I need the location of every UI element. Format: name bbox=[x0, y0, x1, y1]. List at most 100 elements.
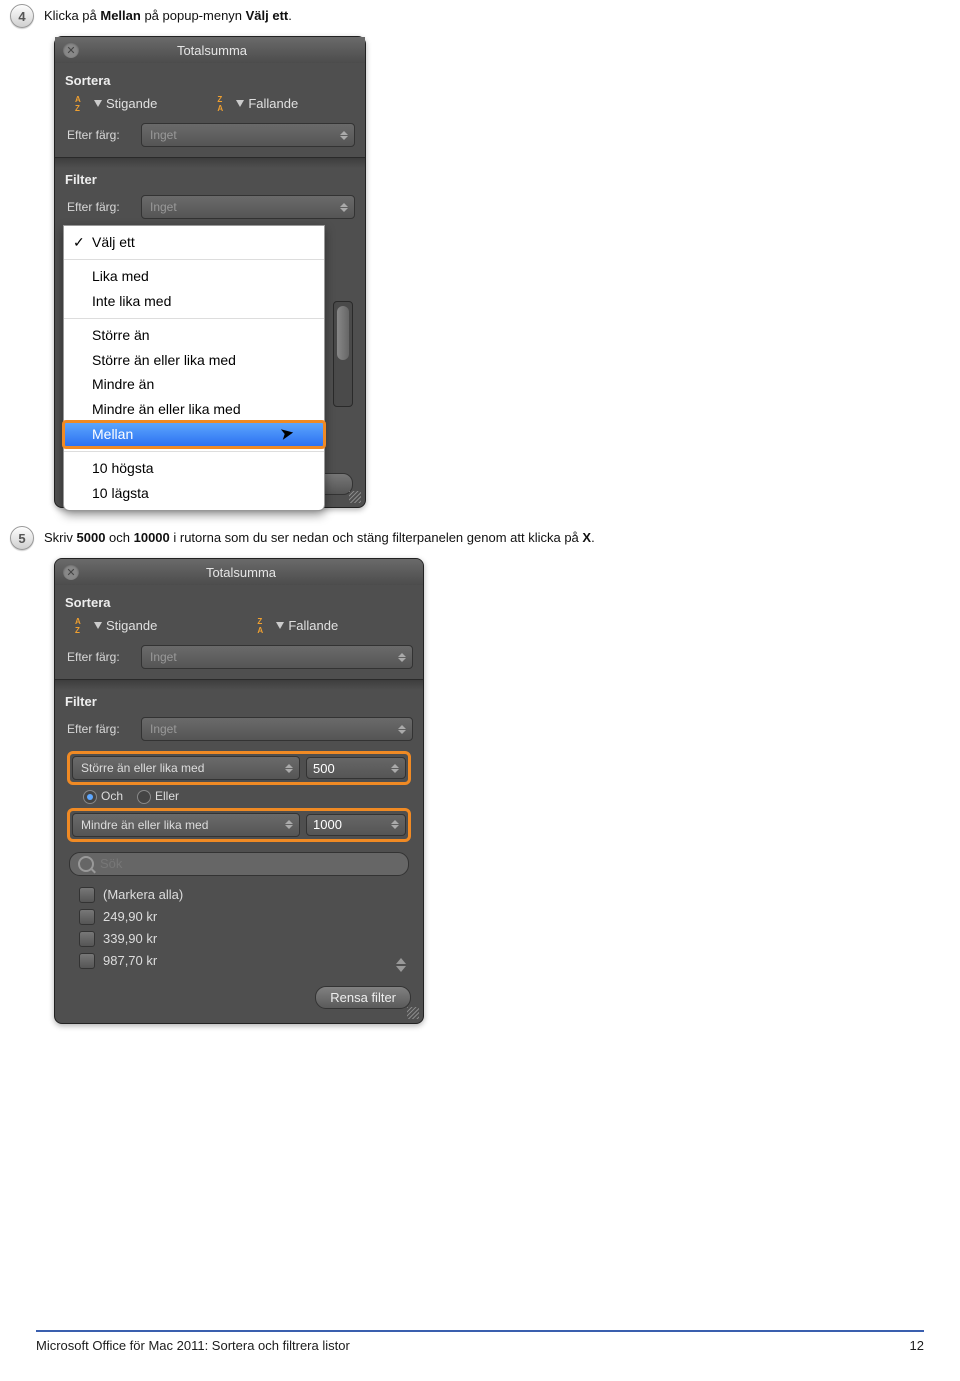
arrow-down-icon bbox=[94, 622, 102, 629]
dd-mindre-an-eller-lika[interactable]: Mindre än eller lika med bbox=[64, 397, 324, 422]
dd-separator bbox=[64, 259, 324, 260]
stepper-icon bbox=[398, 719, 410, 739]
clear-filter-button[interactable]: Rensa filter bbox=[315, 986, 411, 1009]
sort-row: Stigande Fallande bbox=[75, 96, 355, 111]
dd-inte-lika-med[interactable]: Inte lika med bbox=[64, 289, 324, 314]
dd-lika-med[interactable]: Lika med bbox=[64, 264, 324, 289]
dd-valj-ett[interactable]: Välj ett bbox=[64, 230, 324, 255]
scrollbar-thumb[interactable] bbox=[337, 306, 349, 360]
filter-panel-1: ✕ Totalsumma Sortera Stigande Fallande E… bbox=[54, 36, 366, 508]
sort-color-label: Efter färg: bbox=[67, 128, 135, 142]
sort-color-row: Efter färg: Inget bbox=[67, 645, 413, 669]
filter-panel-2: ✕ Totalsumma Sortera Stigande Fallande E… bbox=[54, 558, 424, 1024]
checkbox-icon[interactable] bbox=[79, 931, 95, 947]
panel1-title: Totalsumma bbox=[85, 43, 365, 58]
panel2-title: Totalsumma bbox=[85, 565, 423, 580]
check-item[interactable]: 249,90 kr bbox=[79, 906, 409, 928]
step-4: 4 Klicka på Mellan på popup-menyn Välj e… bbox=[10, 4, 924, 28]
checkbox-icon[interactable] bbox=[79, 909, 95, 925]
sortera-label: Sortera bbox=[65, 595, 413, 610]
stepper-icon bbox=[391, 759, 403, 777]
sort-az-icon bbox=[75, 97, 89, 111]
check-item[interactable]: 987,70 kr bbox=[79, 950, 409, 972]
condition-row-2: Mindre än eller lika med 1000 bbox=[67, 808, 411, 842]
stepper-icon bbox=[340, 125, 352, 145]
filter-color-label: Efter färg: bbox=[67, 722, 135, 736]
arrow-down-icon bbox=[236, 100, 244, 107]
filter-color-label: Efter färg: bbox=[67, 200, 135, 214]
filter-color-select[interactable]: Inget bbox=[141, 717, 413, 741]
dd-mellan[interactable]: Mellan ➤ bbox=[64, 422, 324, 447]
resize-grip-icon[interactable] bbox=[349, 491, 361, 503]
stepper-icon bbox=[285, 758, 297, 778]
check-all-row[interactable]: (Markera alla) bbox=[79, 884, 409, 906]
dd-mindre-an[interactable]: Mindre än bbox=[64, 372, 324, 397]
sort-color-select[interactable]: Inget bbox=[141, 123, 355, 147]
footer-title: Microsoft Office för Mac 2011: Sortera o… bbox=[36, 1338, 350, 1353]
stepper-icon bbox=[285, 815, 297, 835]
sort-color-label: Efter färg: bbox=[67, 650, 135, 664]
dd-separator bbox=[64, 451, 324, 452]
value-1-input[interactable]: 500 bbox=[306, 757, 406, 779]
sort-az-icon bbox=[75, 619, 89, 633]
filter-label: Filter bbox=[65, 172, 355, 187]
dd-storre-an-eller-lika[interactable]: Större än eller lika med bbox=[64, 348, 324, 373]
search-input[interactable]: Sök bbox=[69, 852, 409, 876]
sort-color-select[interactable]: Inget bbox=[141, 645, 413, 669]
arrow-down-icon bbox=[94, 100, 102, 107]
dd-10-lagsta[interactable]: 10 lägsta bbox=[64, 481, 324, 506]
step-4-text: Klicka på Mellan på popup-menyn Välj ett… bbox=[44, 4, 292, 25]
valj-ett-dropdown[interactable]: Välj ett Lika med Inte lika med Större ä… bbox=[63, 225, 325, 511]
step-4-number: 4 bbox=[10, 4, 34, 28]
filter-label: Filter bbox=[65, 694, 413, 709]
sort-descending[interactable]: Fallande bbox=[217, 96, 298, 111]
scrollbar[interactable] bbox=[333, 301, 353, 407]
sort-row: Stigande Fallande bbox=[75, 618, 413, 633]
list-scrollbar[interactable] bbox=[393, 884, 409, 972]
sort-za-icon bbox=[217, 97, 231, 111]
sort-ascending[interactable]: Stigande bbox=[75, 618, 157, 633]
radio-on-icon bbox=[83, 790, 97, 804]
and-radio[interactable]: Och bbox=[83, 789, 123, 804]
page-footer: Microsoft Office för Mac 2011: Sortera o… bbox=[36, 1330, 924, 1353]
section-divider bbox=[55, 679, 423, 690]
dd-storre-an[interactable]: Större än bbox=[64, 323, 324, 348]
step-5-text: Skriv 5000 och 10000 i rutorna som du se… bbox=[44, 526, 595, 547]
panel1-header: ✕ Totalsumma bbox=[55, 37, 365, 63]
filter-color-select[interactable]: Inget bbox=[141, 195, 355, 219]
dd-10-hogsta[interactable]: 10 högsta bbox=[64, 456, 324, 481]
condition-2-select[interactable]: Mindre än eller lika med bbox=[72, 813, 300, 837]
checkbox-icon[interactable] bbox=[79, 953, 95, 969]
step-5-number: 5 bbox=[10, 526, 34, 550]
panel2-body: Sortera Stigande Fallande Efter färg: In… bbox=[55, 585, 423, 1023]
close-icon[interactable]: ✕ bbox=[63, 42, 79, 58]
sort-descending[interactable]: Fallande bbox=[257, 618, 338, 633]
panel2-header: ✕ Totalsumma bbox=[55, 559, 423, 585]
section-divider bbox=[55, 157, 365, 168]
condition-1-select[interactable]: Större än eller lika med bbox=[72, 756, 300, 780]
radio-off-icon bbox=[137, 790, 151, 804]
cursor-icon: ➤ bbox=[278, 422, 296, 447]
dd-separator bbox=[64, 318, 324, 319]
checkbox-icon[interactable] bbox=[79, 887, 95, 903]
step-5: 5 Skriv 5000 och 10000 i rutorna som du … bbox=[10, 526, 924, 550]
and-or-row: Och Eller bbox=[83, 789, 413, 804]
check-item[interactable]: 339,90 kr bbox=[79, 928, 409, 950]
stepper-icon bbox=[391, 816, 403, 834]
stepper-icon bbox=[340, 197, 352, 217]
or-radio[interactable]: Eller bbox=[137, 789, 179, 804]
arrow-down-icon bbox=[276, 622, 284, 629]
sort-ascending[interactable]: Stigande bbox=[75, 96, 157, 111]
filter-color-row: Efter färg: Inget bbox=[67, 195, 355, 219]
close-icon[interactable]: ✕ bbox=[63, 564, 79, 580]
panel1-body: Sortera Stigande Fallande Efter färg: In… bbox=[55, 63, 365, 239]
scroll-up-icon[interactable] bbox=[396, 958, 406, 964]
value-2-input[interactable]: 1000 bbox=[306, 814, 406, 836]
filter-controls: Större än eller lika med 500 Och Eller M… bbox=[65, 751, 413, 1009]
filter-color-row: Efter färg: Inget bbox=[67, 717, 413, 741]
resize-grip-icon[interactable] bbox=[407, 1007, 419, 1019]
stepper-icon bbox=[398, 647, 410, 667]
sort-color-row: Efter färg: Inget bbox=[67, 123, 355, 147]
scroll-down-icon[interactable] bbox=[396, 966, 406, 972]
page-number: 12 bbox=[910, 1338, 924, 1353]
